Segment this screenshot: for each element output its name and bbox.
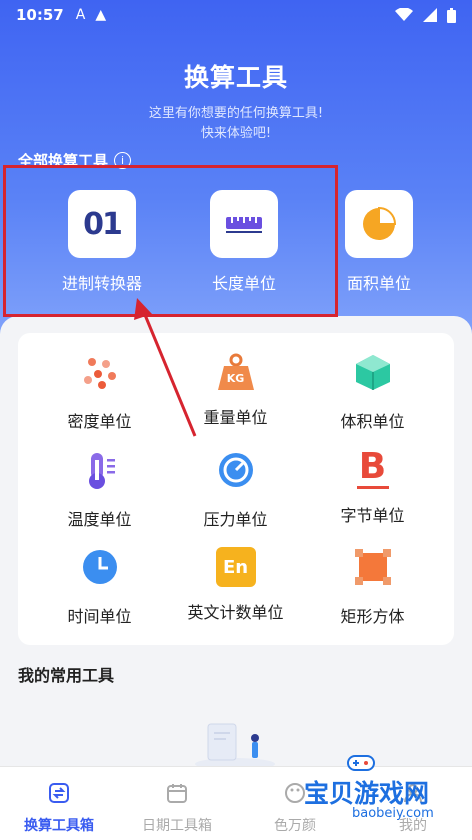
watermark-sub: baobeiy.com (352, 806, 434, 821)
tool-area-unit[interactable]: 面积单位 (309, 190, 449, 294)
calendar-icon (167, 784, 187, 803)
tool-label: 面积单位 (346, 274, 411, 293)
status-time: 10:57 (16, 6, 64, 24)
convert-icon (49, 783, 69, 803)
tool-weight-unit[interactable]: KG 重量单位 (163, 352, 308, 428)
subtitle-line-1: 这里有你想要的任何换算工具! (148, 106, 324, 121)
tool-label: 长度单位 (211, 274, 276, 293)
page-title: 换算工具 (183, 63, 288, 92)
tool-label: 密度单位 (67, 412, 132, 431)
pie-chart-icon (345, 190, 413, 258)
gauge-icon (218, 453, 253, 487)
cube-icon (355, 355, 390, 390)
tool-label: 进制转换器 (61, 274, 142, 293)
ruler-icon (210, 190, 278, 258)
nav-tab-conversion-toolbox[interactable]: 换算工具箱 (0, 767, 118, 840)
wifi-icon (395, 8, 413, 21)
tool-time-unit[interactable]: 时间单位 (27, 547, 172, 627)
byte-b-icon: B (353, 446, 393, 490)
battery-icon (447, 7, 456, 23)
byte-icon-underline (356, 486, 389, 489)
binary-01-icon: 01 (68, 190, 136, 258)
pie-svg (363, 206, 397, 240)
hero-banner (0, 0, 472, 360)
tool-label: 英文计数单位 (187, 603, 284, 622)
ruler-svg (226, 217, 262, 233)
clock-icon (82, 550, 117, 584)
tool-length-unit[interactable]: 长度单位 (174, 190, 314, 294)
tool-byte-unit[interactable]: B 字节单位 (300, 446, 445, 526)
tool-english-count-unit[interactable]: En 英文计数单位 (163, 547, 308, 623)
nav-label: 换算工具箱 (24, 818, 94, 834)
section-label-all-tools: 全部换算工具 i (18, 150, 132, 171)
empty-state-illustration-icon (195, 723, 275, 770)
notification-a-icon: A (75, 7, 86, 23)
section-label-text: 全部换算工具 (18, 152, 109, 170)
nav-tab-date-toolbox[interactable]: 日期工具箱 (118, 767, 236, 840)
tool-label: 压力单位 (203, 510, 268, 529)
tool-label: 时间单位 (67, 607, 132, 626)
weight-icon-text: KG (226, 372, 245, 385)
tool-binary-converter[interactable]: 01 进制转换器 (32, 190, 172, 294)
tool-label: 体积单位 (340, 412, 405, 431)
density-dots-icon (83, 358, 116, 389)
signal-icon (423, 8, 437, 22)
tool-temperature-unit[interactable]: 温度单位 (27, 450, 172, 530)
tool-volume-unit[interactable]: 体积单位 (300, 352, 445, 432)
rectangle-icon (354, 549, 391, 585)
weight-kg-icon: KG (216, 352, 256, 392)
status-bar: 10:57 A ▲ (0, 0, 472, 30)
tool-rectangle-cuboid[interactable]: 矩形方体 (300, 547, 445, 627)
warning-icon: ▲ (95, 7, 107, 23)
byte-icon-text: B (358, 446, 387, 487)
info-icon[interactable]: i (114, 152, 132, 169)
tool-label: 温度单位 (67, 510, 132, 529)
thermometer-icon (88, 453, 115, 489)
tool-label: 重量单位 (203, 408, 268, 427)
watermark: 宝贝游戏网 baobeiy.com (290, 748, 470, 828)
page-subtitle: 这里有你想要的任何换算工具! 快来体验吧! (0, 104, 472, 144)
en-icon-text: En (222, 556, 249, 578)
tool-density-unit[interactable]: 密度单位 (27, 352, 172, 432)
tool-pressure-unit[interactable]: 压力单位 (163, 450, 308, 530)
nav-label: 日期工具箱 (142, 818, 212, 834)
binary-icon-text: 01 (83, 206, 123, 242)
subtitle-line-2: 快来体验吧! (200, 126, 272, 141)
en-icon: En (215, 547, 256, 587)
watermark-text: 宝贝游戏网 (304, 779, 430, 808)
common-tools-title: 我的常用工具 (18, 666, 115, 685)
tool-label: 字节单位 (340, 506, 405, 525)
gamepad-icon (347, 755, 375, 771)
tool-label: 矩形方体 (340, 607, 405, 626)
